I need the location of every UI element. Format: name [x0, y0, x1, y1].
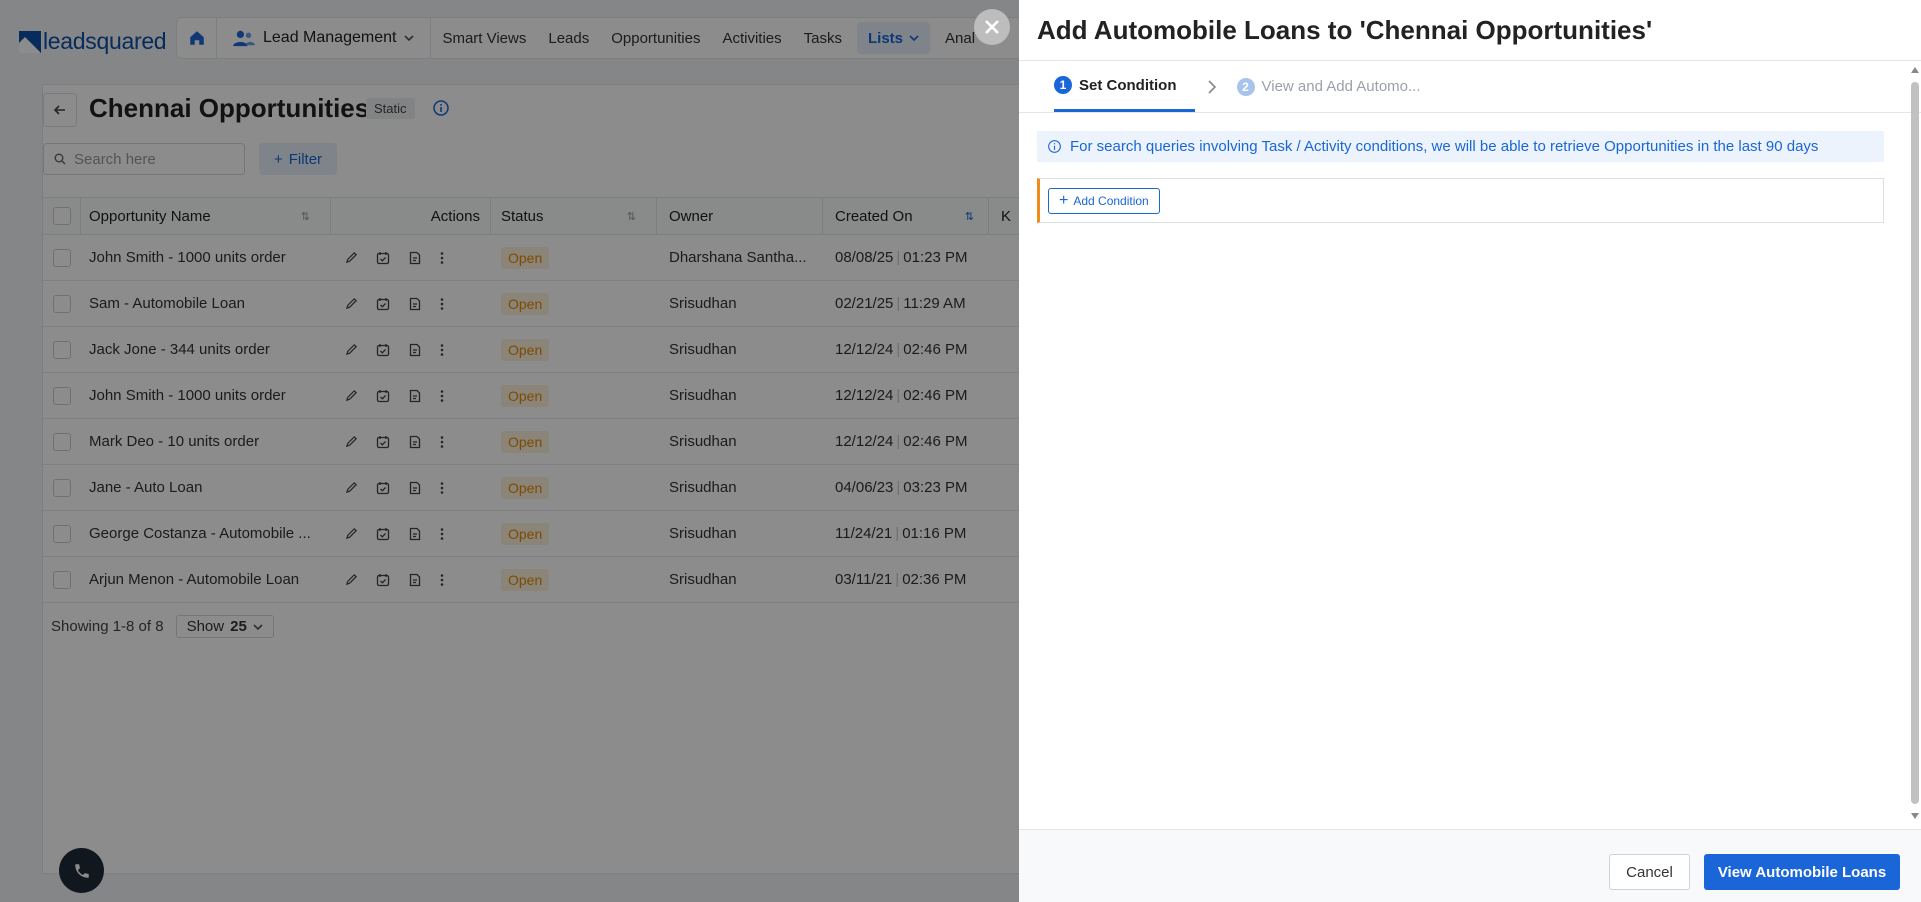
close-icon [985, 20, 999, 34]
step-label: View and Add Automo... [1261, 78, 1421, 95]
scroll-down-arrow-icon[interactable] [1910, 812, 1920, 820]
info-text: For search queries involving Task / Acti… [1070, 138, 1819, 155]
stepper: 1 Set Condition 2 View and Add Automo... [1019, 61, 1921, 113]
step-set-condition[interactable]: 1 Set Condition [1054, 61, 1195, 112]
panel-header: Add Automobile Loans to 'Chennai Opportu… [1019, 0, 1921, 61]
add-condition-button[interactable]: + Add Condition [1048, 188, 1160, 214]
step-number: 2 [1236, 77, 1255, 96]
scroll-thumb[interactable] [1911, 82, 1919, 804]
view-automobile-loans-button[interactable]: View Automobile Loans [1704, 854, 1900, 890]
modal-backdrop[interactable] [0, 0, 1019, 902]
add-to-list-panel: Add Automobile Loans to 'Chennai Opportu… [1019, 0, 1921, 902]
step-number: 1 [1054, 76, 1072, 94]
plus-icon: + [1059, 192, 1069, 209]
scroll-up-arrow-icon[interactable] [1910, 66, 1920, 74]
close-panel-button[interactable] [974, 9, 1010, 45]
panel-footer: Cancel View Automobile Loans [1019, 829, 1921, 902]
step-view-and-add[interactable]: 2 View and Add Automo... [1236, 61, 1421, 112]
info-banner: For search queries involving Task / Acti… [1037, 131, 1884, 162]
panel-scrollbar[interactable] [1908, 66, 1921, 826]
step-label: Set Condition [1079, 76, 1177, 94]
chevron-right-icon [1195, 61, 1237, 112]
info-icon [1048, 140, 1061, 153]
cancel-button[interactable]: Cancel [1609, 854, 1690, 890]
panel-title: Add Automobile Loans to 'Chennai Opportu… [1037, 14, 1653, 45]
condition-builder: + Add Condition [1037, 178, 1884, 223]
